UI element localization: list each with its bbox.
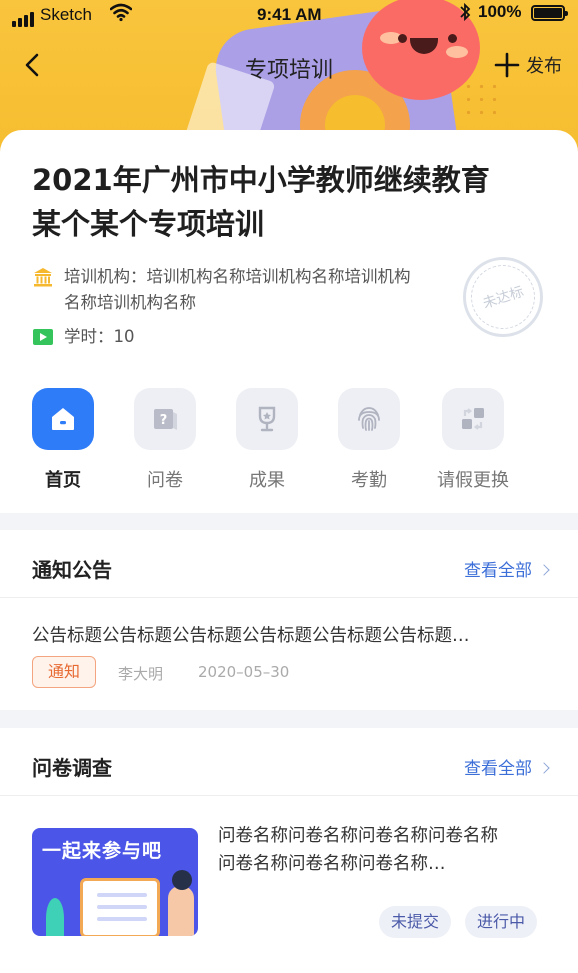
hours-row: 学时：10	[32, 324, 135, 350]
quick-action-label: 考勤	[351, 470, 387, 491]
org-text: 培训机构：培训机构名称培训机构名称培训机构名称培训机构名称	[64, 264, 424, 316]
bluetooth-icon	[460, 2, 471, 22]
course-title: 2021年广州市中小学教师继续教育 某个某个专项培训	[32, 158, 532, 246]
survey-title-line: 问卷名称问卷名称问卷名称问卷名称	[218, 826, 498, 846]
chevron-right-icon	[538, 762, 550, 774]
survey-title-line: 问卷名称问卷名称问卷名称…	[218, 854, 446, 874]
page-title: 专项培训	[244, 58, 333, 83]
quick-action-leave-swap[interactable]: 请假更换	[428, 388, 518, 492]
leaf-illustration	[46, 898, 64, 936]
hours-label: 学时：	[64, 327, 114, 346]
quick-action-home[interactable]: 首页	[18, 388, 108, 492]
survey-title[interactable]: 问卷名称问卷名称问卷名称问卷名称 问卷名称问卷名称问卷名称…	[218, 822, 548, 878]
section-title: 问卷调查	[32, 756, 112, 780]
swap-icon	[442, 388, 504, 450]
questionnaire-icon: ?	[134, 388, 196, 450]
signal-icon	[12, 7, 36, 27]
person-illustration	[172, 870, 192, 890]
course-title-line: 2021年广州市中小学教师继续教育	[32, 163, 490, 197]
quick-action-achievement[interactable]: 成果	[222, 388, 312, 492]
quick-action-label: 成果	[249, 470, 285, 491]
survey-thumbnail[interactable]: 一起来参与吧	[32, 828, 198, 936]
status-badge-in-progress: 进行中	[465, 906, 538, 938]
view-all-label: 查看全部	[464, 561, 532, 581]
battery-icon	[531, 5, 568, 21]
battery-percentage: 100%	[478, 2, 522, 21]
org-label: 培训机构：	[64, 267, 147, 286]
quick-action-label: 首页	[45, 470, 81, 491]
trophy-icon	[236, 388, 298, 450]
hours-text: 学时：10	[64, 324, 135, 350]
survey-view-all-link[interactable]: 查看全部	[464, 754, 550, 779]
notice-tag: 通知	[32, 656, 96, 688]
course-title-line: 某个某个专项培训	[32, 207, 265, 241]
video-icon	[33, 329, 53, 345]
wifi-icon	[110, 3, 132, 22]
notice-author: 李大明	[118, 665, 164, 683]
section-title: 通知公告	[32, 558, 112, 582]
status-stamp: 未达标	[462, 256, 544, 338]
clock: 9:41 AM	[257, 5, 322, 24]
notice-header: 通知公告 查看全部	[0, 530, 578, 598]
home-icon	[32, 388, 94, 450]
survey-section: 问卷调查 查看全部 一起来参与吧 问卷名称问卷名称问卷名称问卷名称 问卷名称问卷…	[0, 728, 578, 973]
view-all-label: 查看全部	[464, 759, 532, 779]
quick-action-attendance[interactable]: 考勤	[324, 388, 414, 492]
quick-action-label: 问卷	[147, 470, 183, 491]
publish-label: 发布	[526, 56, 562, 77]
status-badge-unsubmitted: 未提交	[379, 906, 452, 938]
course-card: 2021年广州市中小学教师继续教育 某个某个专项培训 培训机构：培训机构名称培训…	[0, 130, 578, 513]
carrier-name: Sketch	[40, 5, 92, 24]
svg-text:?: ?	[160, 413, 168, 428]
clipboard-illustration	[80, 878, 160, 936]
notice-item-title[interactable]: 公告标题公告标题公告标题公告标题公告标题公告标题…	[32, 622, 542, 647]
fingerprint-icon	[338, 388, 400, 450]
survey-header: 问卷调查 查看全部	[0, 728, 578, 796]
hours-value: 10	[113, 327, 135, 346]
chevron-right-icon	[538, 564, 550, 576]
org-row: 培训机构：培训机构名称培训机构名称培训机构名称培训机构名称	[32, 264, 424, 316]
notice-date: 2020–05–30	[198, 663, 290, 681]
notice-view-all-link[interactable]: 查看全部	[464, 556, 550, 581]
publish-button[interactable]: 发布	[494, 50, 562, 80]
quick-action-label: 请假更换	[437, 470, 509, 491]
quick-action-questionnaire[interactable]: ? 问卷	[120, 388, 210, 492]
plus-icon	[494, 52, 520, 78]
notice-section: 通知公告 查看全部 公告标题公告标题公告标题公告标题公告标题公告标题… 通知 李…	[0, 530, 578, 710]
status-bar: Sketch 9:41 AM 100%	[0, 0, 578, 30]
navigation-bar: 专项培训 发布	[0, 40, 578, 90]
person-illustration	[168, 886, 194, 936]
stamp-text: 未达标	[462, 256, 544, 338]
thumbnail-banner-text: 一起来参与吧	[42, 840, 163, 862]
institution-icon	[34, 268, 52, 287]
